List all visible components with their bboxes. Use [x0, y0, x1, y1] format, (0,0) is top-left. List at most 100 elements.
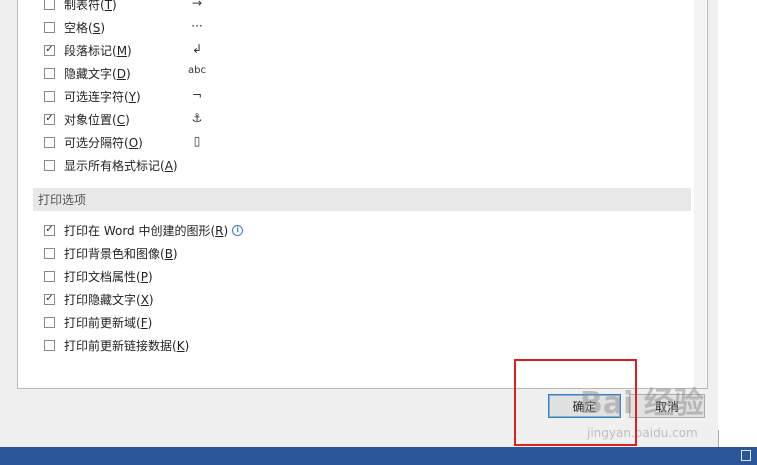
checkbox-unchecked[interactable]: [44, 270, 55, 282]
checkbox-row[interactable]: 打印前更新域(F): [44, 313, 152, 331]
option-label-end: ): [100, 20, 105, 35]
checkbox-row[interactable]: 可选连字符(Y): [44, 87, 141, 105]
print-options-header: 打印选项: [33, 188, 691, 211]
vertical-scrollbar[interactable]: [694, 0, 706, 388]
format-mark-symbol: ↲: [191, 42, 203, 56]
checkbox-unchecked[interactable]: [44, 247, 55, 259]
access-key: X: [140, 292, 149, 307]
option-label-text: 打印在 Word 中创建的图形(: [64, 223, 216, 238]
option-label: 对象位置(C): [64, 111, 130, 128]
option-label: 制表符(T): [64, 0, 117, 13]
option-label-text: 打印隐藏文字(: [64, 292, 141, 307]
access-key: T: [104, 0, 113, 12]
option-label-end: ): [136, 89, 141, 104]
checkbox-unchecked[interactable]: [44, 136, 55, 148]
checkbox-unchecked[interactable]: [44, 0, 55, 10]
access-key: C: [116, 112, 126, 127]
access-key: D: [116, 66, 126, 81]
option-label-text: 可选连字符(: [64, 89, 129, 104]
checkbox-checked[interactable]: ✓: [44, 224, 55, 236]
access-key: F: [140, 315, 148, 330]
checkbox-unchecked[interactable]: [44, 67, 55, 79]
option-label: 隐藏文字(D): [64, 65, 131, 82]
access-key: B: [164, 246, 173, 261]
info-icon[interactable]: i: [232, 224, 244, 236]
checkbox-unchecked[interactable]: [44, 339, 55, 351]
option-label-text: 制表符(: [64, 0, 105, 12]
option-label-end: ): [138, 135, 143, 150]
option-label-end: ): [147, 269, 153, 284]
option-label: 打印文档属性(P): [64, 268, 153, 285]
check-icon: ✓: [45, 293, 54, 304]
checkbox-row[interactable]: 显示所有格式标记(A): [44, 156, 178, 174]
option-label-end: ): [172, 158, 178, 173]
checkbox-checked[interactable]: ✓: [44, 113, 55, 125]
option-label-end: ): [127, 43, 132, 58]
checkbox-row[interactable]: ✓ 对象位置(C): [44, 110, 130, 128]
access-key: A: [164, 158, 173, 173]
checkbox-row[interactable]: 空格(S): [44, 18, 105, 36]
option-label-text: 隐藏文字(: [64, 66, 117, 81]
format-mark-symbol: ⚓: [191, 111, 203, 125]
checkbox-checked[interactable]: ✓: [44, 44, 55, 56]
option-label: 显示所有格式标记(A): [64, 157, 178, 174]
option-label-text: 打印前更新链接数据(: [64, 338, 177, 353]
check-icon: ✓: [45, 44, 54, 55]
format-mark-symbol: →: [191, 0, 203, 10]
option-label: 打印隐藏文字(X): [64, 291, 154, 308]
option-label-end: ): [147, 315, 153, 330]
checkbox-row[interactable]: 可选分隔符(O): [44, 133, 143, 151]
option-label-end: ): [223, 223, 229, 238]
option-label: 打印背景色和图像(B): [64, 245, 178, 262]
check-icon: ✓: [45, 113, 54, 124]
checkbox-row[interactable]: 制表符(T): [44, 0, 117, 13]
access-key: O: [128, 135, 139, 150]
checkbox-row[interactable]: ✓ 打印在 Word 中创建的图形(R) i: [44, 221, 244, 239]
option-label-end: ): [125, 66, 131, 81]
option-label-text: 打印前更新域(: [64, 315, 141, 330]
format-mark-symbol: abc: [188, 65, 206, 76]
highlight-annotation-box: [514, 359, 637, 446]
option-label: 可选连字符(Y): [64, 88, 141, 105]
option-label-text: 可选分隔符(: [64, 135, 129, 150]
cancel-button-label: 取消: [654, 399, 679, 414]
checkbox-unchecked[interactable]: [44, 90, 55, 102]
checkbox-row[interactable]: 隐藏文字(D): [44, 64, 131, 82]
option-label-end: ): [112, 0, 117, 12]
option-label-text: 打印背景色和图像(: [64, 246, 165, 261]
cancel-button[interactable]: 取消: [629, 394, 705, 418]
format-mark-symbol: ···: [191, 19, 203, 33]
read-mode-icon[interactable]: [741, 450, 751, 461]
option-label-end: ): [184, 338, 190, 353]
option-label-text: 对象位置(: [64, 112, 117, 127]
option-label-text: 显示所有格式标记(: [64, 158, 165, 173]
checkbox-row[interactable]: 打印文档属性(P): [44, 267, 153, 285]
print-options-title: 打印选项: [38, 193, 87, 207]
option-label-text: 空格(: [64, 20, 93, 35]
checkbox-row[interactable]: ✓ 打印隐藏文字(X): [44, 290, 154, 308]
access-key: R: [215, 223, 224, 238]
checkbox-unchecked[interactable]: [44, 316, 55, 328]
access-key: K: [176, 338, 185, 353]
format-mark-symbol: ¬: [191, 88, 203, 102]
checkbox-row[interactable]: 打印前更新链接数据(K): [44, 336, 189, 354]
option-label-end: ): [148, 292, 154, 307]
option-label-text: 段落标记(: [64, 43, 117, 58]
checkbox-row[interactable]: ✓ 段落标记(M): [44, 41, 132, 59]
access-key: Y: [128, 89, 137, 104]
option-label: 打印前更新域(F): [64, 314, 152, 331]
access-key: M: [116, 43, 128, 58]
option-label: 段落标记(M): [64, 42, 132, 59]
option-label: 打印在 Word 中创建的图形(R): [64, 222, 228, 239]
option-label: 可选分隔符(O): [64, 134, 143, 151]
option-label: 打印前更新链接数据(K): [64, 337, 189, 354]
checkbox-checked[interactable]: ✓: [44, 293, 55, 305]
option-label: 空格(S): [64, 19, 105, 36]
status-bar: [0, 447, 757, 465]
background-area: [718, 0, 757, 430]
option-label-text: 打印文档属性(: [64, 269, 141, 284]
checkbox-row[interactable]: 打印背景色和图像(B): [44, 244, 178, 262]
checkbox-unchecked[interactable]: [44, 159, 55, 171]
check-icon: ✓: [45, 224, 54, 235]
checkbox-unchecked[interactable]: [44, 21, 55, 33]
